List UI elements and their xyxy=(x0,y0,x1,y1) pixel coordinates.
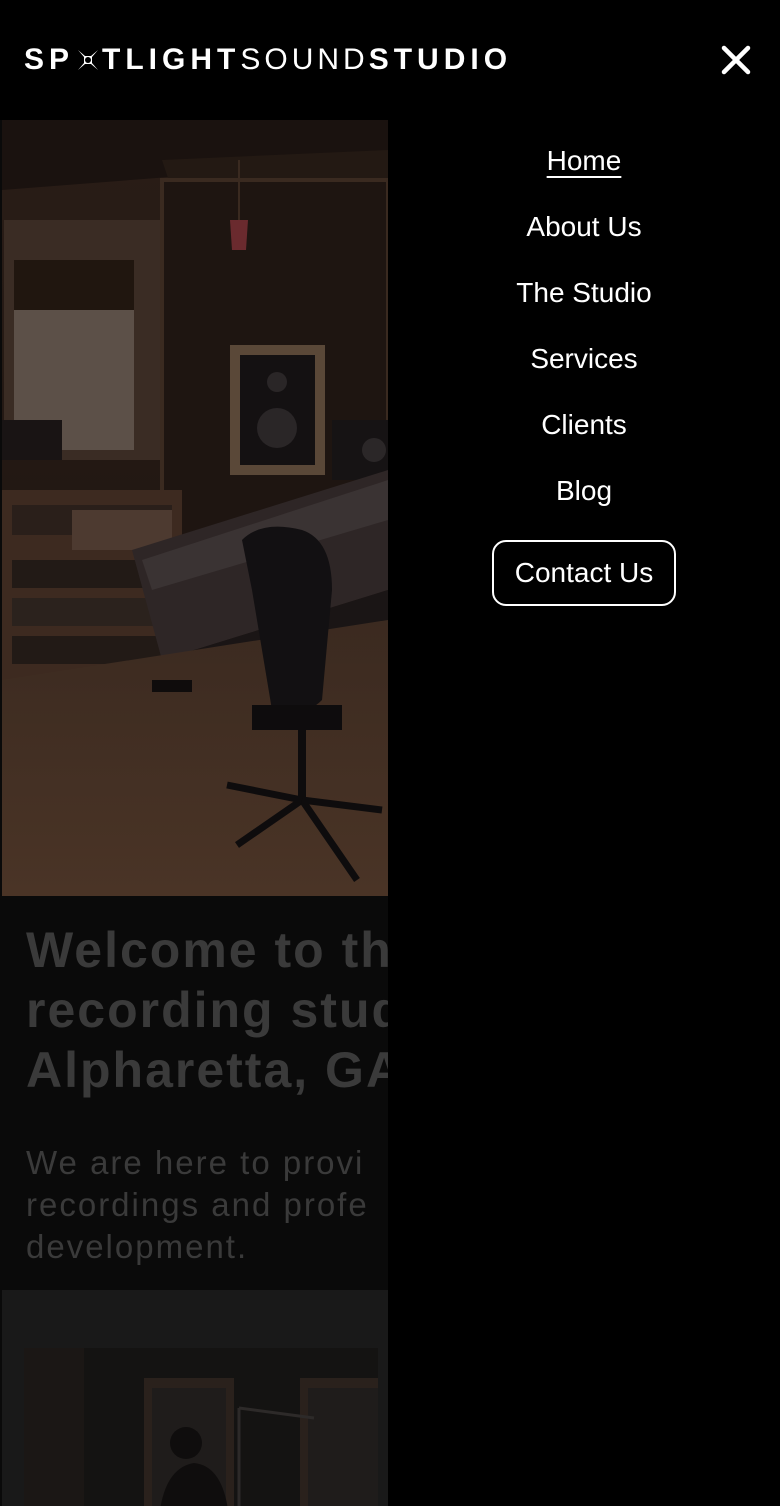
gallery-panel xyxy=(2,1290,388,1506)
site-logo[interactable]: SP TLIGHT SOUND STUDIO xyxy=(24,40,512,80)
nav-label-clients: Clients xyxy=(541,409,627,440)
nav-item-about-us[interactable]: About Us xyxy=(388,207,780,247)
welcome-subtext: We are here to provi recordings and prof… xyxy=(26,1144,369,1265)
welcome-heading: Welcome to th recording stud Alpharetta,… xyxy=(26,922,388,1098)
vocal-booth-image xyxy=(24,1348,378,1506)
nav-item-home[interactable]: Home xyxy=(388,141,780,181)
logo-text-tlight: TLIGHT xyxy=(102,43,241,76)
nav-label-about-us: About Us xyxy=(526,211,642,242)
nav-label-services: Services xyxy=(530,343,638,374)
logo-text-sp: SP xyxy=(24,43,75,76)
logo-text-sound: SOUND xyxy=(240,43,369,76)
close-icon xyxy=(721,45,751,75)
nav-item-services[interactable]: Services xyxy=(388,339,780,379)
studio-hero-image xyxy=(2,120,388,896)
nav-item-the-studio[interactable]: The Studio xyxy=(388,273,780,313)
dimmed-page-preview: Welcome to th recording stud Alpharetta,… xyxy=(0,120,388,1506)
close-menu-button[interactable] xyxy=(718,42,754,78)
nav-label-home: Home xyxy=(546,145,622,176)
nav-item-clients[interactable]: Clients xyxy=(388,405,780,445)
nav-label-blog: Blog xyxy=(555,475,613,506)
contact-us-button[interactable]: Contact Us xyxy=(492,540,676,606)
nav-item-blog[interactable]: Blog xyxy=(388,471,780,511)
site-header: SP TLIGHT SOUND STUDIO xyxy=(0,0,780,120)
logo-text-studio: STUDIO xyxy=(368,43,513,76)
spotlight-star-icon xyxy=(76,48,100,72)
nav-label-the-studio: The Studio xyxy=(516,277,652,308)
